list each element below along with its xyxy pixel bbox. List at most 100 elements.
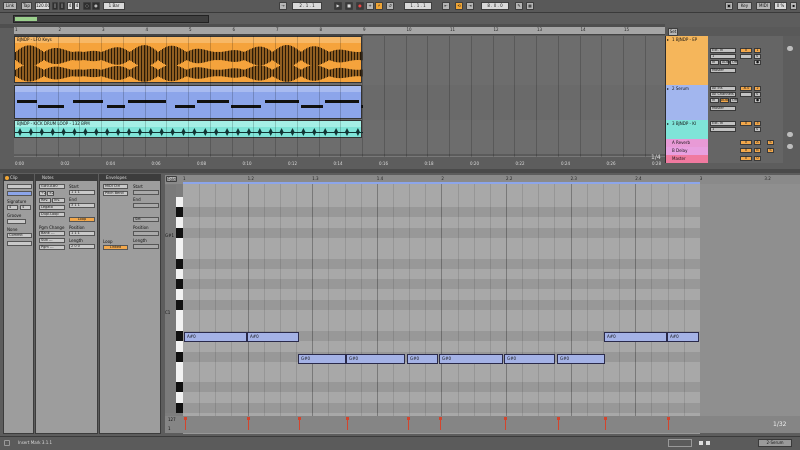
monitor-in[interactable]: In (710, 60, 719, 65)
key-map-button[interactable]: Key (737, 2, 752, 10)
overdub-icon[interactable]: + (366, 2, 374, 10)
midi-note[interactable]: G#0 (407, 354, 438, 364)
input-channel[interactable]: 1 (710, 54, 736, 59)
tempo-field[interactable]: 120.00 (35, 2, 50, 10)
solo-button[interactable]: S (754, 92, 761, 97)
midi-map-button[interactable]: MIDI (756, 2, 771, 10)
audio-clip-lfo-keys[interactable]: BJNDP - LFO Keys (14, 36, 363, 83)
fold-icon[interactable]: ▸ (667, 37, 669, 42)
env-start-field[interactable] (133, 190, 159, 195)
transpose-up-button[interactable]: ×2 (47, 191, 54, 196)
metronome-icon[interactable]: ○ (83, 2, 91, 10)
loop-icon[interactable]: ↺ (386, 2, 394, 10)
monitor-off[interactable]: Off (730, 60, 738, 65)
linked-button[interactable]: Linked (103, 245, 128, 250)
black-key[interactable] (176, 207, 183, 218)
black-key[interactable] (176, 300, 183, 310)
overview-visible-region[interactable] (15, 17, 37, 21)
arm-button[interactable]: ● (754, 98, 761, 103)
transpose-down-button[interactable]: ÷2 (39, 191, 46, 196)
black-key[interactable] (176, 382, 183, 393)
loop-start-field[interactable]: 1 . 1 . 1 (404, 2, 432, 10)
sub-field[interactable]: Sub --- (39, 238, 65, 243)
track-lane-3[interactable]: BJNDP - KICK DRUM LOOP - 132 BPM (14, 120, 665, 154)
midi-note[interactable]: A#0 (667, 332, 699, 342)
play-icon[interactable]: ▶ (334, 2, 342, 10)
arrangement-view[interactable]: BJNDP - LFO Keys BJNDP - KICK DRUM LOOP … (14, 36, 665, 157)
quantize-select[interactable]: 1 Bar (103, 2, 125, 10)
midi-note[interactable]: G#0 (298, 354, 346, 364)
return-track-b[interactable]: B Delay (665, 147, 708, 155)
output-select[interactable]: Master (710, 68, 736, 73)
end-field[interactable]: 3 1 1 (69, 203, 95, 208)
computer-keyboard-icon[interactable]: ▦ (526, 2, 534, 10)
track-volume[interactable]: 0 (740, 156, 752, 161)
velocity-editor[interactable]: 127 1 (165, 416, 800, 433)
reverse-button[interactable]: Rev. (39, 198, 51, 203)
track-activator[interactable]: 2 (754, 86, 761, 91)
expand-icon[interactable] (787, 144, 793, 149)
clip-launch-field[interactable] (7, 241, 32, 246)
solo-button[interactable]: S (754, 54, 761, 59)
clip-sig-num[interactable]: 4 (7, 205, 18, 210)
info-view-icon[interactable] (4, 440, 10, 446)
audio-clip-kick-drum-loop[interactable]: BJNDP - KICK DRUM LOOP - 132 BPM (14, 120, 363, 138)
fold-button[interactable]: Fold (166, 176, 177, 182)
track-name[interactable]: A Reverb (672, 140, 690, 145)
black-key[interactable] (176, 330, 183, 341)
arrangement-ruler[interactable]: 1 2 3 4 5 6 7 8 9 10 11 12 13 14 15 (14, 27, 665, 35)
track-lane-2[interactable] (14, 85, 665, 120)
punch-in-icon[interactable]: ⇤ (442, 2, 450, 10)
midi-note[interactable]: A#0 (247, 332, 299, 342)
input-type[interactable]: All Ins (710, 86, 736, 91)
note-range-field[interactable]: G#0-A#0 (39, 184, 65, 189)
pgm-field[interactable]: Pgm --- (39, 245, 65, 250)
selected-track-indicator[interactable]: 2-Serum (758, 439, 792, 447)
signature-denominator[interactable]: 4 (74, 2, 80, 10)
nudge-down-icon[interactable]: ‖ (52, 2, 58, 10)
track-activator[interactable]: 3 (754, 121, 761, 126)
output-select[interactable]: Master (710, 106, 736, 111)
track-header-3[interactable]: ▸ 3 BJNDP - KI (665, 120, 708, 139)
duplicate-loop-button[interactable]: Dupl.Loop (39, 212, 65, 217)
track-header-2[interactable]: ▸ 2 Serum (665, 85, 708, 120)
fold-icon[interactable]: ▸ (667, 86, 669, 91)
monitor-off[interactable]: Off (730, 98, 738, 103)
midi-note[interactable]: G#0 (557, 354, 605, 364)
tap-button[interactable]: Tap (21, 2, 32, 10)
black-key[interactable] (176, 258, 183, 269)
track-pan[interactable] (740, 54, 752, 59)
solo-button[interactable]: S (767, 140, 774, 145)
loop-switch-icon[interactable]: ⟲ (455, 2, 463, 10)
midi-note[interactable]: A#0 (604, 332, 667, 342)
midi-clip-serum[interactable] (14, 85, 363, 119)
track-activator[interactable]: B (754, 148, 761, 153)
stop-icon[interactable]: ■ (345, 2, 353, 10)
midi-note[interactable]: G#0 (346, 354, 405, 364)
song-position[interactable]: 2 . 1 . 1 (292, 2, 322, 10)
groove-select[interactable] (7, 219, 26, 224)
monitor-in[interactable]: In (710, 98, 719, 103)
track-activator[interactable]: A (754, 140, 761, 145)
punch-out-icon[interactable]: ⇥ (466, 2, 474, 10)
black-key[interactable] (176, 279, 183, 290)
key-map-icon[interactable]: ▣ (725, 2, 733, 10)
track-view-icon[interactable] (699, 441, 703, 445)
view-divider[interactable] (0, 169, 800, 173)
midi-note[interactable]: G#0 (439, 354, 503, 364)
position-field[interactable]: 1 1 1 (69, 231, 95, 236)
record-icon[interactable]: ● (356, 2, 364, 10)
commit-button[interactable]: Commit (7, 233, 32, 238)
track-name[interactable]: 3 BJNDP - KI (672, 121, 696, 126)
signature-numerator[interactable]: 4 (67, 2, 73, 10)
track-volume[interactable]: 0 (740, 148, 752, 153)
overview-bar[interactable] (13, 15, 209, 23)
fold-icon[interactable]: ▸ (667, 121, 669, 126)
monitor-auto[interactable]: Auto (720, 60, 730, 65)
monitor-auto[interactable]: Auto (720, 98, 729, 103)
solo-button[interactable]: S (767, 148, 774, 153)
bank-field[interactable]: Bank --- (39, 231, 65, 236)
env-set-button[interactable]: Set (133, 217, 159, 222)
track-lane-1[interactable]: BJNDP - LFO Keys (14, 36, 665, 85)
device-chooser[interactable]: MIDI Ctrl (103, 184, 128, 189)
